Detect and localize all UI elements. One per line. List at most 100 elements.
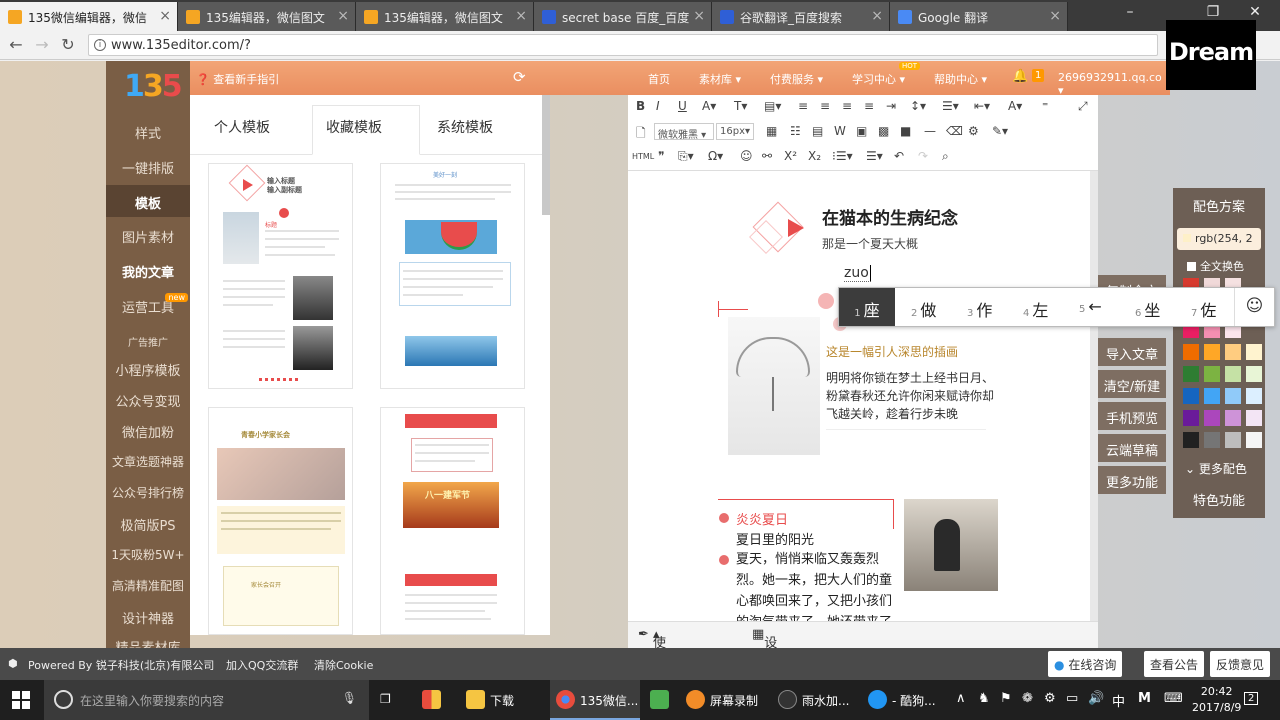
keyboard-icon[interactable]: ⌨ xyxy=(1164,691,1183,706)
tray-app-icon[interactable]: ♞ xyxy=(978,691,990,706)
qq-group-link[interactable]: 加入QQ交流群 xyxy=(226,657,298,673)
redo-icon[interactable]: ↷ xyxy=(918,149,928,163)
taskbar-app-downloads[interactable]: 下载 xyxy=(460,680,544,720)
align-right-icon[interactable]: ≡ xyxy=(842,99,852,113)
ordered-list-icon[interactable]: ⁝☰▾ xyxy=(832,149,853,163)
tray-app-icon[interactable]: ⚙ xyxy=(1044,691,1056,706)
text-style-icon[interactable]: T▾ xyxy=(734,99,747,113)
more-colors-button[interactable]: ⌄ 更多配色 xyxy=(1185,460,1247,477)
taskbar-app-recorder[interactable]: 屏幕录制 xyxy=(680,680,770,720)
article-subheading[interactable]: 那是一个夏天大概 xyxy=(822,235,918,252)
align-left-icon[interactable]: ≡ xyxy=(798,99,808,113)
close-tab-icon[interactable]: × xyxy=(337,8,349,24)
announcements-button[interactable]: 查看公告 xyxy=(1144,651,1205,677)
ime-candidate[interactable]: 3作 xyxy=(967,288,992,326)
task-view-icon[interactable]: ❐ xyxy=(380,680,402,720)
color-swatch[interactable] xyxy=(1225,366,1241,382)
color-swatch[interactable] xyxy=(1204,366,1220,382)
clear-format-icon[interactable]: ⁼ xyxy=(1042,99,1048,113)
unordered-list-icon[interactable]: ☰▾ xyxy=(866,149,883,163)
color-swatch[interactable] xyxy=(1246,388,1262,404)
indent-icon[interactable]: ⇥ xyxy=(886,99,896,113)
superscript-icon[interactable]: X² xyxy=(784,149,797,163)
taskbar-app-generic[interactable] xyxy=(644,680,674,720)
bell-icon[interactable]: 🔔 xyxy=(1012,69,1028,84)
sidebar-item-fans[interactable]: 微信加粉 xyxy=(106,422,190,441)
tray-app-icon[interactable]: ⚑ xyxy=(1000,691,1012,706)
nav-help[interactable]: 帮助中心 ▾ xyxy=(934,71,987,87)
special-features-button[interactable]: 特色功能 xyxy=(1173,490,1265,509)
taskbar-app-chrome[interactable]: 135微信... xyxy=(550,680,640,720)
highlight-icon[interactable]: ▤▾ xyxy=(764,99,781,113)
clock[interactable]: 20:42 2017/8/9 xyxy=(1192,684,1241,716)
format-icon[interactable]: ☷ xyxy=(790,124,801,138)
section-subtitle[interactable]: 夏日里的阳光 xyxy=(736,529,814,548)
qrcode-button[interactable]: ▦ 设计二维码 xyxy=(752,627,777,720)
browser-tab[interactable]: 135微信编辑器，微信 × xyxy=(0,2,178,31)
browser-tab[interactable]: secret base 百度_百度 × xyxy=(534,2,712,31)
browser-tab[interactable]: 135编辑器，微信图文 × xyxy=(356,2,534,31)
html-icon[interactable]: HTML xyxy=(632,152,654,161)
sidebar-item-monetize[interactable]: 公众号变现 xyxy=(106,391,190,410)
link-icon[interactable]: ⚯ xyxy=(762,149,772,163)
color-swatch[interactable] xyxy=(1246,432,1262,448)
browser-tab[interactable]: 135编辑器，微信图文 × xyxy=(178,2,356,31)
app-icon[interactable] xyxy=(416,680,446,720)
close-tab-icon[interactable]: × xyxy=(159,8,171,24)
tab-personal[interactable]: 个人模板 xyxy=(214,117,270,137)
ime-candidate[interactable]: 2做 xyxy=(911,288,936,326)
nav-learning[interactable]: 学习中心 ▾ xyxy=(852,71,905,87)
refresh-icon[interactable]: ⟳ xyxy=(513,68,526,86)
justify-icon[interactable]: ≡ xyxy=(864,99,874,113)
table-icon[interactable]: ▦ xyxy=(766,124,777,138)
color-swatch[interactable] xyxy=(1183,366,1199,382)
emoji-icon[interactable]: ☺ xyxy=(740,149,753,163)
tab-favorites[interactable]: 收藏模板 xyxy=(326,117,382,137)
sidebar-item-auto-layout[interactable]: 一键排版 xyxy=(106,158,190,177)
font-family-select[interactable]: 微软雅黑 ▾ xyxy=(654,123,714,141)
account-menu[interactable]: 2696932911.qq.co ▾ xyxy=(1058,71,1170,97)
close-window-icon[interactable]: ✕ xyxy=(1240,4,1270,20)
image-icon[interactable]: ▣ xyxy=(856,124,867,138)
sidebar-item-ops-tools[interactable]: 运营工具 new xyxy=(106,293,190,316)
word-icon[interactable]: W xyxy=(834,124,846,138)
ime-candidate[interactable]: 7佐 xyxy=(1191,288,1216,326)
mobile-preview-button[interactable]: 手机预览 xyxy=(1098,402,1166,430)
more-features-button[interactable]: 更多功能 xyxy=(1098,466,1166,494)
color-swatch[interactable] xyxy=(1204,388,1220,404)
import-article-button[interactable]: 导入文章 xyxy=(1098,338,1166,366)
color-swatch[interactable] xyxy=(1204,410,1220,426)
omega-icon[interactable]: Ω▾ xyxy=(708,149,723,163)
editor-scrollbar[interactable] xyxy=(1090,171,1098,621)
clear-cookie-link[interactable]: 清除Cookie xyxy=(314,657,373,673)
tray-chevron-icon[interactable]: ∧ xyxy=(956,691,966,706)
color-swatch[interactable] xyxy=(1246,344,1262,360)
line-height-icon[interactable]: ↕▾ xyxy=(910,99,926,113)
template-card[interactable]: 青春小学家长会 家长会召开 xyxy=(208,407,353,635)
color-swatch[interactable] xyxy=(1225,344,1241,360)
align-center-icon[interactable]: ≡ xyxy=(820,99,830,113)
ime-candidate[interactable]: 4左 xyxy=(1023,288,1048,326)
url-input[interactable]: i www.135editor.com/? xyxy=(88,34,1158,56)
letter-spacing-icon[interactable]: A▾ xyxy=(1008,99,1022,113)
color-swatch[interactable] xyxy=(1225,410,1241,426)
forward-icon[interactable]: → xyxy=(32,35,52,54)
article-heading[interactable]: 在猫本的生病纪念 xyxy=(822,204,958,229)
network-icon[interactable]: ▭ xyxy=(1066,691,1078,706)
quote-icon[interactable]: ❞ xyxy=(658,149,664,163)
tray-app-icon[interactable]: ❁ xyxy=(1022,691,1033,706)
video-icon[interactable]: ■ xyxy=(900,124,911,138)
italic-icon[interactable]: I xyxy=(656,99,660,113)
font-color-icon[interactable]: A▾ xyxy=(702,99,716,113)
nav-materials[interactable]: 素材库 ▾ xyxy=(699,71,741,87)
sidebar-item-templates[interactable]: 模板 xyxy=(106,185,190,217)
smiley-icon[interactable]: ☺ xyxy=(1234,288,1274,326)
color-swatch[interactable] xyxy=(1183,388,1199,404)
caption-title[interactable]: 这是一幅引人深思的插画 xyxy=(826,343,958,360)
tab-system[interactable]: 系统模板 xyxy=(437,117,493,137)
volume-icon[interactable]: 🔊 xyxy=(1088,691,1104,706)
notifications-icon[interactable]: 2 xyxy=(1244,692,1259,705)
reload-icon[interactable]: ↻ xyxy=(58,35,78,54)
subscript-icon[interactable]: X₂ xyxy=(808,149,821,163)
taskbar-app-kugou[interactable]: - 酷狗... xyxy=(862,680,952,720)
